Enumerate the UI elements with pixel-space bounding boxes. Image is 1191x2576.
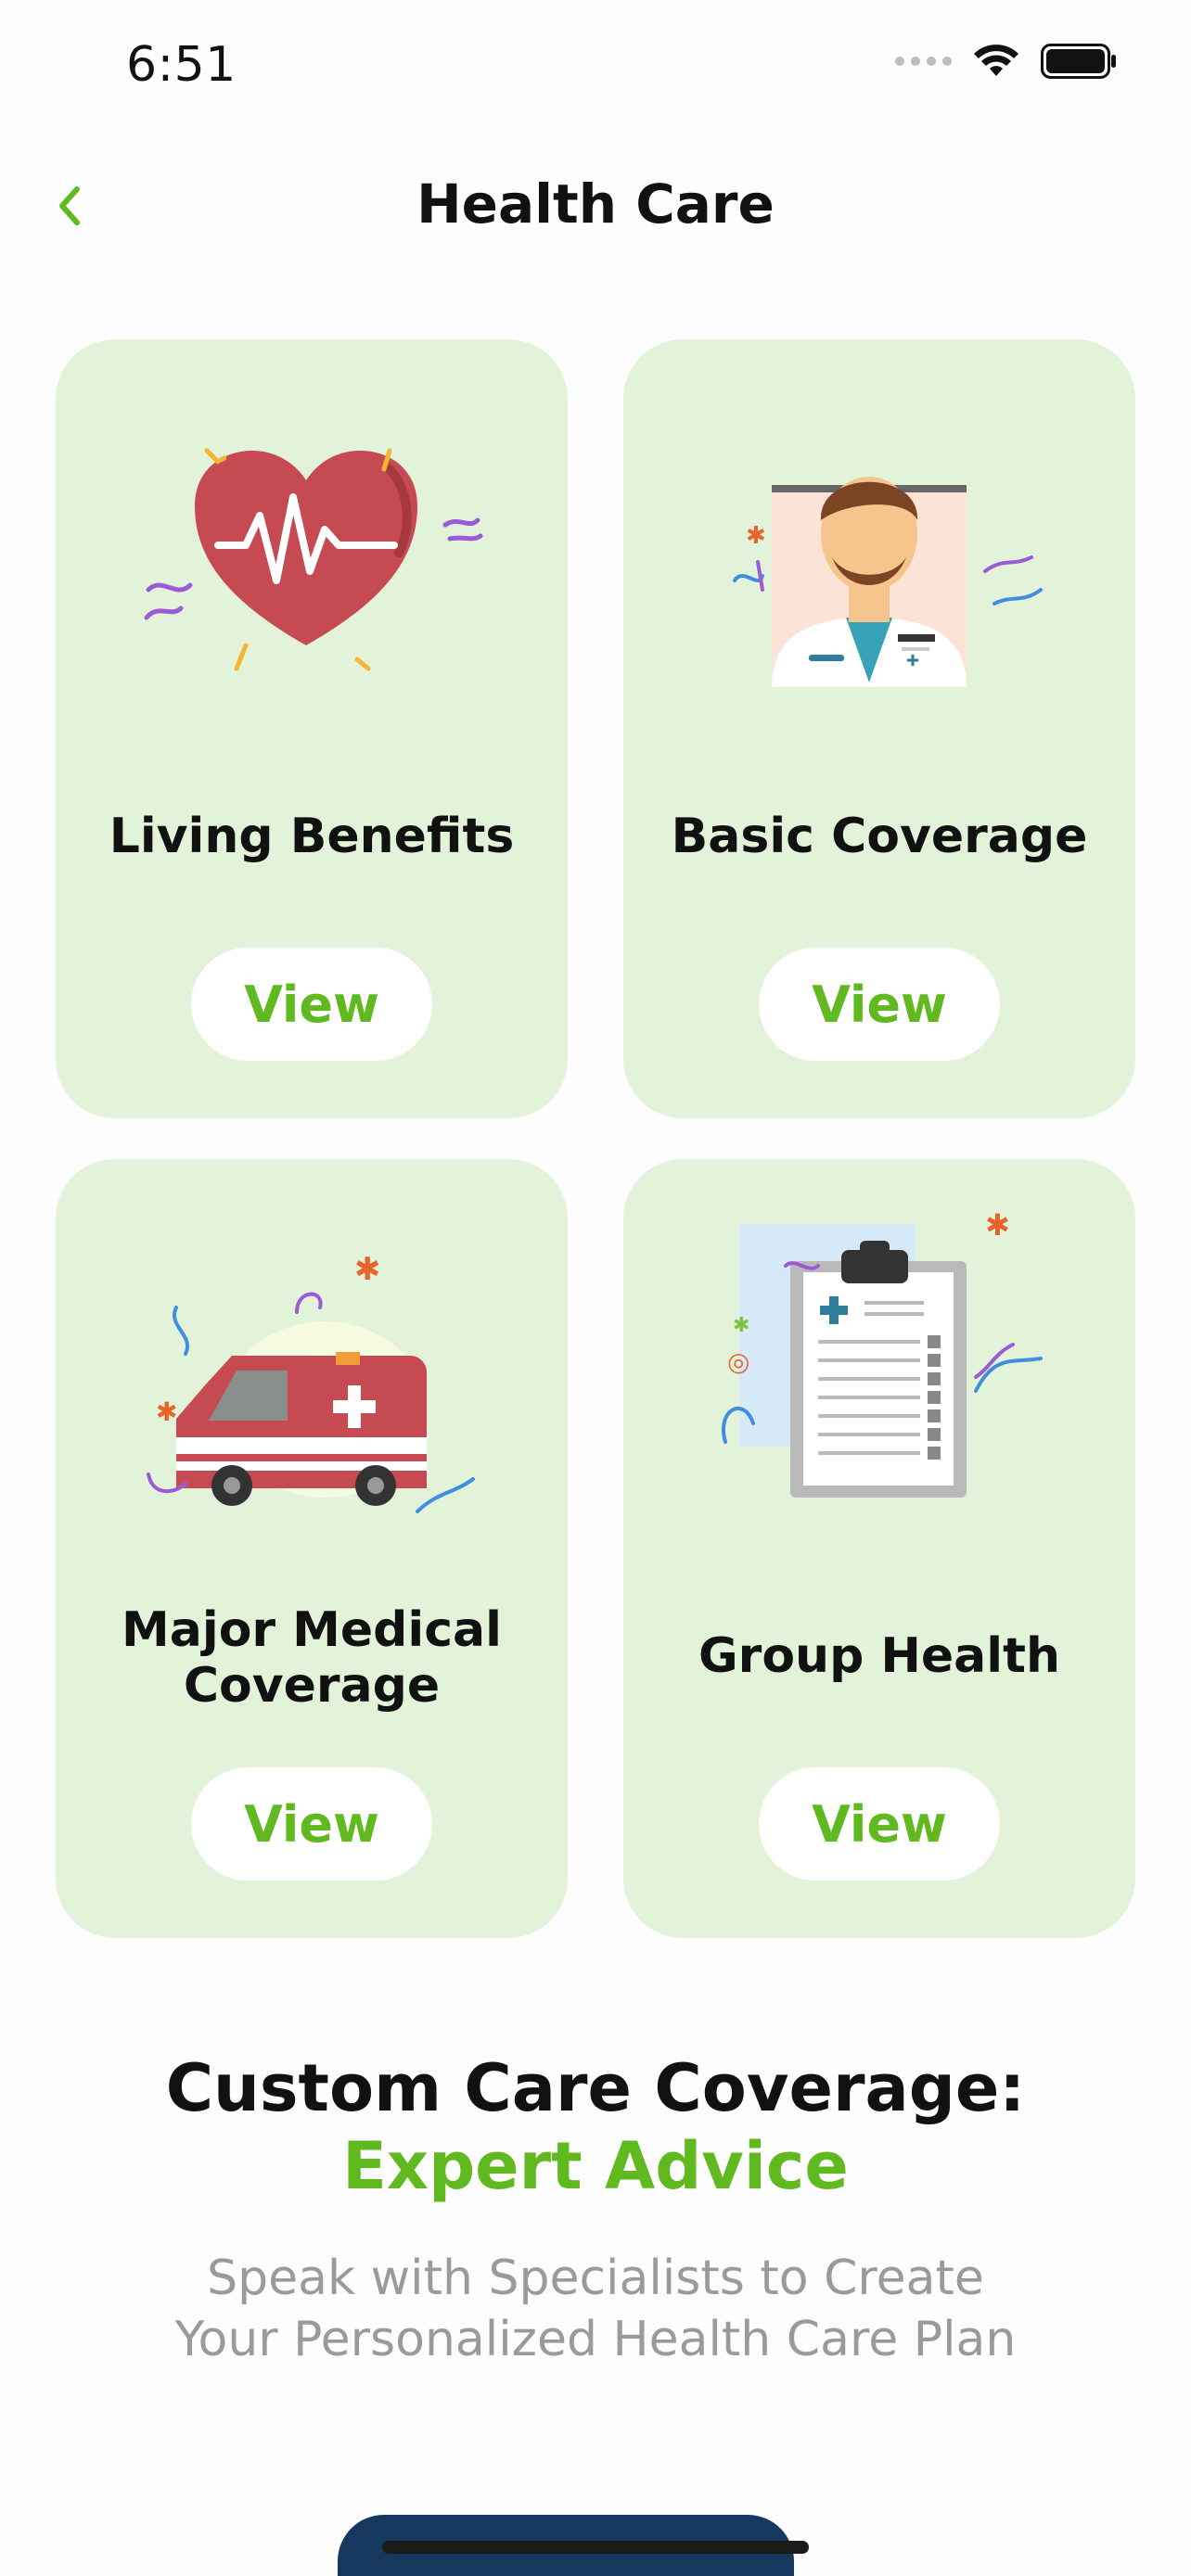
ambulance-icon: ✱ ✱ — [147, 1251, 475, 1513]
screen: 6:51 Health Care Living Benefits View ✱ … — [0, 0, 1191, 2576]
home-indicator — [382, 2541, 809, 2554]
status-time: 6:51 — [126, 37, 237, 93]
card-group-health: ✱ ◎ ✱ Group Health View — [623, 1159, 1135, 1938]
view-button-major-medical[interactable]: View — [191, 1767, 432, 1881]
svg-text:✱: ✱ — [733, 1314, 749, 1337]
view-button-living-benefits[interactable]: View — [191, 948, 432, 1061]
view-button-basic-coverage[interactable]: View — [759, 948, 1000, 1061]
status-icons — [895, 43, 1117, 80]
card-title-line-1: Major Medical — [122, 1602, 502, 1658]
promo-title: Custom Care Coverage: — [165, 2050, 1026, 2126]
wifi-icon — [974, 45, 1018, 76]
cellular-signal-icon — [895, 57, 952, 66]
promo-subtitle-line-2: Your Personalized Health Care Plan — [174, 2312, 1017, 2367]
battery-icon — [1041, 44, 1116, 79]
page-title: Health Care — [416, 172, 775, 236]
doctor-icon: ✱ — [733, 477, 1043, 687]
svg-text:◎: ◎ — [727, 1346, 749, 1377]
card-major-medical-coverage: ✱ ✱ Major Medical Coverage View — [56, 1159, 568, 1938]
card-living-benefits: Living Benefits View — [56, 339, 568, 1118]
promo-subtitle-line-1: Speak with Specialists to Create — [207, 2251, 984, 2306]
svg-text:✱: ✱ — [746, 522, 766, 550]
svg-text:✱: ✱ — [354, 1251, 381, 1288]
clipboard-icon: ✱ ◎ ✱ — [722, 1207, 1043, 1498]
svg-text:✱: ✱ — [985, 1207, 1010, 1243]
card-title: Basic Coverage — [671, 809, 1088, 864]
promo-accent: Expert Advice — [342, 2128, 849, 2204]
heart-pulse-icon — [144, 448, 483, 671]
card-basic-coverage: ✱ Basic Coverage View — [623, 339, 1135, 1118]
card-title: Living Benefits — [109, 809, 515, 864]
svg-text:✱: ✱ — [156, 1396, 177, 1427]
card-title: Group Health — [698, 1628, 1060, 1684]
card-title-line-2: Coverage — [183, 1658, 441, 1714]
view-button-group-health[interactable]: View — [759, 1767, 1000, 1881]
promo-subtitle: Speak with Specialists to Create Your Pe… — [0, 2248, 1191, 2370]
